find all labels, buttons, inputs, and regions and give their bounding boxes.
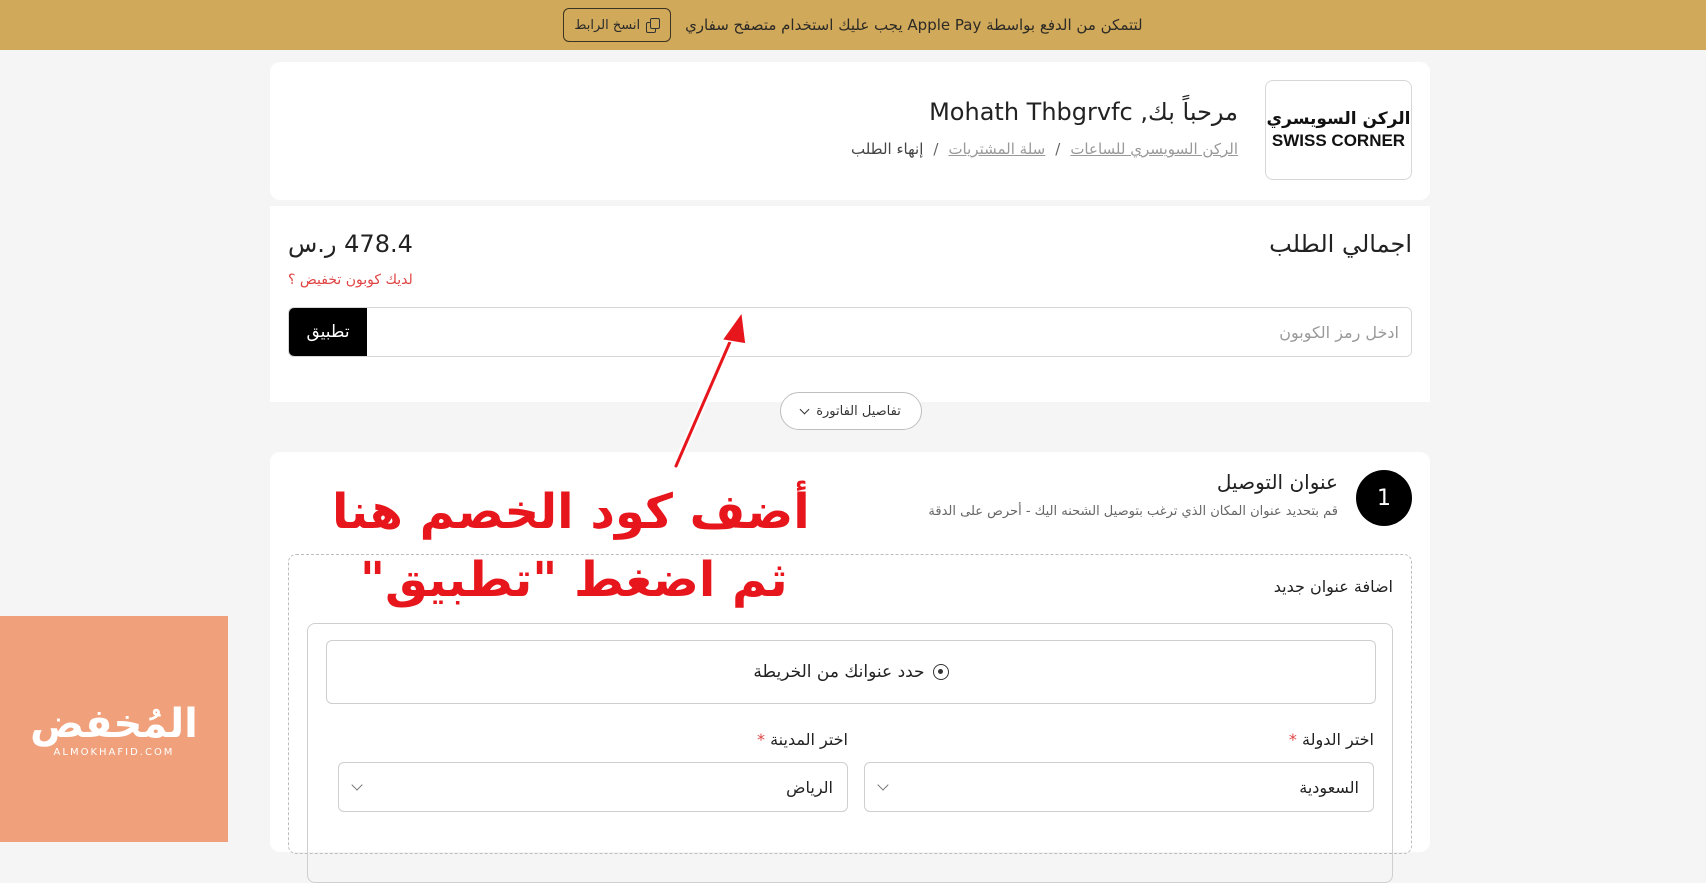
select-from-map-button[interactable]: حدد عنوانك من الخريطة <box>326 640 1376 704</box>
location-target-icon <box>932 664 949 680</box>
order-total-amount: 478.4 ر.س <box>288 230 413 258</box>
city-label-text: اختر المدينة <box>770 730 848 749</box>
copy-link-button[interactable]: انسخ الرابط <box>563 8 672 42</box>
coupon-input[interactable] <box>367 308 1411 356</box>
delivery-subtitle: قم بتحديد عنوان المكان الذي ترغب بتوصيل … <box>928 504 1338 519</box>
country-value: السعودية <box>1299 777 1359 797</box>
header-card: الركن السويسري SWISS CORNER مرحباً بك, M… <box>270 62 1430 200</box>
copy-icon <box>646 18 661 33</box>
breadcrumb-current: إنهاء الطلب <box>850 140 924 158</box>
welcome-title: مرحباً بك, Mohath Thbgrvfc <box>929 98 1238 126</box>
annotation-line-2: ثم اضغط "تطبيق" <box>360 552 788 608</box>
city-label: اختر المدينة * <box>757 730 848 749</box>
country-label-text: اختر الدولة <box>1302 730 1374 749</box>
banner-message: لتتمكن من الدفع بواسطة Apple Pay يجب علي… <box>685 16 1143 34</box>
coupon-question-link[interactable]: لديك كوبون تخفيض ؟ <box>288 272 413 288</box>
watermark-name-ar: المُخفض <box>30 700 198 747</box>
coupon-row: تطبيق <box>288 307 1412 357</box>
chevron-down-icon <box>877 779 889 791</box>
copy-link-label: انسخ الرابط <box>574 17 641 33</box>
store-logo[interactable]: الركن السويسري SWISS CORNER <box>1265 80 1412 180</box>
site-watermark: المُخفض ALMOKHAFID.COM <box>0 616 228 842</box>
breadcrumb-separator: / <box>933 140 939 158</box>
country-label: اختر الدولة * <box>1289 730 1374 749</box>
step-number-badge: 1 <box>1356 470 1412 526</box>
breadcrumb-separator: / <box>1055 140 1061 158</box>
apply-coupon-button[interactable]: تطبيق <box>289 308 367 356</box>
order-total-title: اجمالي الطلب <box>1269 230 1412 258</box>
required-mark: * <box>1288 730 1297 749</box>
required-mark: * <box>757 730 765 749</box>
new-address-label: اضافة عنوان جديد <box>1273 577 1393 596</box>
delivery-title: عنوان التوصيل <box>1216 470 1338 494</box>
breadcrumb-store-link[interactable]: الركن السويسري للساعات <box>1070 140 1238 158</box>
address-form: حدد عنوانك من الخريطة اختر الدولة * السع… <box>307 623 1393 883</box>
city-select[interactable]: الرياض <box>338 762 848 812</box>
order-summary-card: اجمالي الطلب 478.4 ر.س لديك كوبون تخفيض … <box>270 206 1430 402</box>
logo-text-en: SWISS CORNER <box>1271 131 1406 150</box>
breadcrumb: الركن السويسري للساعات / سلة المشتريات /… <box>851 140 1238 158</box>
map-button-label: حدد عنوانك من الخريطة <box>753 662 925 682</box>
chevron-down-icon <box>799 404 810 414</box>
annotation-line-1: أضف كود الخصم هنا <box>332 484 810 540</box>
invoice-details-label: تفاصيل الفاتورة <box>816 403 901 419</box>
watermark-name-en: ALMOKHAFID.COM <box>53 746 175 758</box>
country-select[interactable]: السعودية <box>864 762 1374 812</box>
breadcrumb-cart-link[interactable]: سلة المشتريات <box>948 140 1045 158</box>
apple-pay-banner: لتتمكن من الدفع بواسطة Apple Pay يجب علي… <box>0 0 1706 50</box>
invoice-details-button[interactable]: تفاصيل الفاتورة <box>780 392 922 430</box>
logo-text-ar: الركن السويسري <box>1266 109 1411 129</box>
city-value: الرياض <box>786 777 833 797</box>
chevron-down-icon <box>351 779 363 791</box>
